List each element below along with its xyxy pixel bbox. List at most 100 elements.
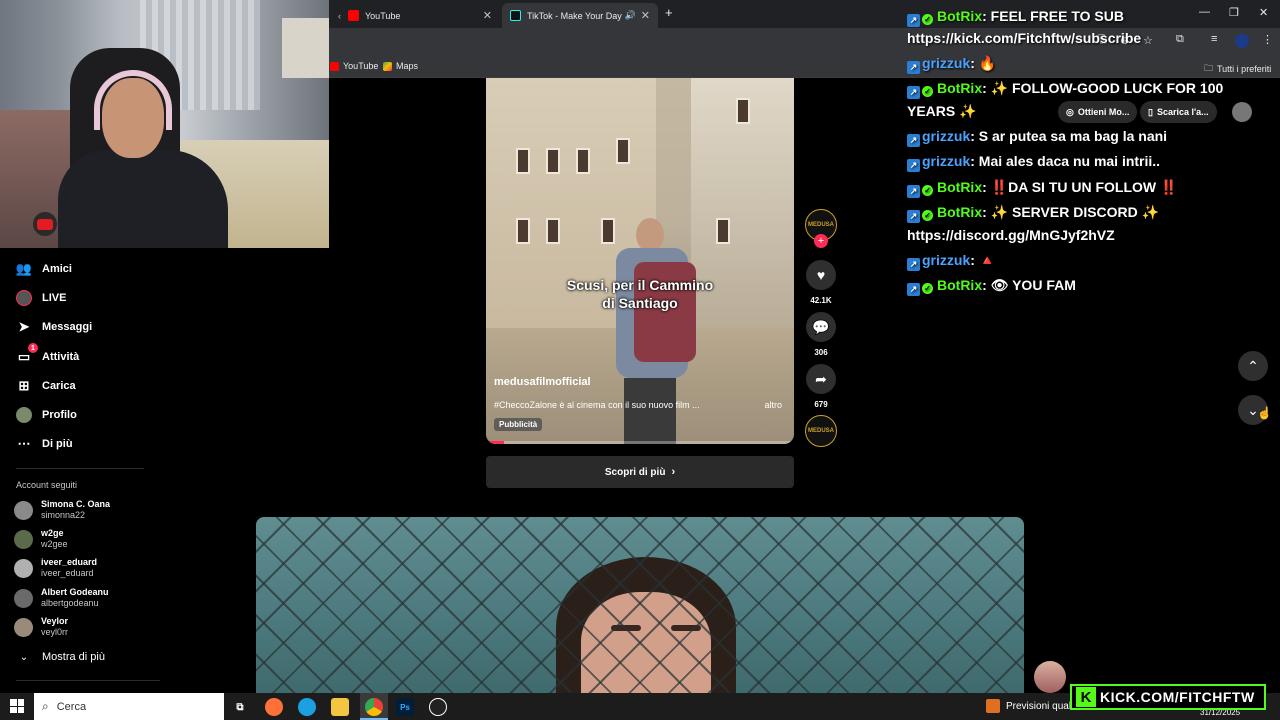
taskbar-search-input[interactable]: ⌕ Cerca xyxy=(34,693,224,720)
following-account[interactable]: Albert Godeanu albertgodeanu xyxy=(14,585,109,611)
learn-more-button[interactable]: Scopri di più › xyxy=(486,456,794,488)
following-account[interactable]: iveer_eduard iveer_eduard xyxy=(14,555,97,581)
chat-text: : ✨ SERVER DISCORD ✨ xyxy=(982,204,1160,220)
comment-icon[interactable]: 💬 xyxy=(806,312,836,342)
account-name: iveer_eduard xyxy=(41,557,98,567)
following-title: Account seguiti xyxy=(16,480,78,490)
maps-icon xyxy=(383,61,392,71)
verified-bot-icon: ✓ xyxy=(922,14,933,25)
avatar xyxy=(14,500,33,520)
file-explorer-icon[interactable] xyxy=(331,698,349,716)
streamer-avatar xyxy=(1034,661,1066,693)
bookmark-star-icon[interactable]: ☆ xyxy=(1143,34,1153,47)
weather-widget[interactable]: Previsioni qualit xyxy=(986,699,1076,713)
sidebar-item-label: Amici xyxy=(42,263,72,275)
user-avatar[interactable] xyxy=(1232,102,1252,122)
chat-text: : ✨ FOLLOW-GOOD LUCK FOR 100 xyxy=(982,80,1224,96)
new-tab-button[interactable]: + xyxy=(665,5,673,20)
coin-icon: ◎ xyxy=(1066,106,1074,117)
following-account[interactable]: Simona C. Oana simonna22 xyxy=(14,497,110,523)
account-handle: w2gee xyxy=(41,539,68,549)
sidebar-item-friends[interactable]: 👥 Amici xyxy=(16,259,72,279)
show-more-label: Mostra di più xyxy=(42,651,105,663)
show-more-button[interactable]: ⌄ Mostra di più xyxy=(16,647,105,667)
bookmark-youtube[interactable]: YouTube xyxy=(330,61,378,71)
youtube-logo-icon xyxy=(33,212,57,236)
video-frame-window xyxy=(716,218,730,244)
share-icon[interactable]: ➦ xyxy=(806,364,836,394)
close-tab-icon[interactable]: ✕ xyxy=(483,9,492,22)
mouse-cursor-icon: ☝ xyxy=(1257,406,1272,420)
chat-text: : 🔥 xyxy=(970,55,997,71)
sidebar-item-live[interactable]: LIVE xyxy=(16,288,66,308)
profile-icon xyxy=(16,407,32,423)
chevron-down-icon: ⌄ xyxy=(19,651,29,663)
comment-count: 306 xyxy=(814,348,828,357)
media-control-icon[interactable]: ≡ xyxy=(1211,33,1217,45)
video-author[interactable]: medusafilmofficial xyxy=(494,376,591,388)
chevron-up-icon: ⌃ xyxy=(1247,357,1259,374)
all-bookmarks[interactable]: 🗀 Tutti i preferiti xyxy=(1204,61,1271,77)
profile-avatar-icon[interactable] xyxy=(1235,34,1249,48)
like-heart-icon[interactable]: ♥ xyxy=(806,260,836,290)
sound-disc-icon[interactable]: MEDUSA xyxy=(805,415,837,447)
phone-icon: ▯ xyxy=(1148,106,1153,117)
chat-message: ↗ ✓ BotRix: ✨ FOLLOW-GOOD LUCK FOR 100 xyxy=(907,77,1223,100)
video-frame-person xyxy=(606,218,696,444)
menu-kebab-icon[interactable]: ⋮ xyxy=(1262,33,1273,46)
photoshop-icon[interactable]: Ps xyxy=(396,698,414,716)
following-account[interactable]: w2ge w2gee xyxy=(14,526,68,552)
task-view-icon[interactable]: ⧉ xyxy=(231,698,249,716)
chat-message: ↗ ✓ BotRix: ✨ SERVER DISCORD ✨ xyxy=(907,201,1159,224)
verified-bot-icon: ✓ xyxy=(922,86,933,97)
tab-youtube[interactable]: YouTube ✕ xyxy=(340,3,500,28)
minimize-icon[interactable]: — xyxy=(1199,6,1210,18)
chat-username: BotRix xyxy=(937,8,983,24)
chat-message: ↗ ✓ BotRix: FEEL FREE TO SUB xyxy=(907,5,1124,28)
more-icon: ⋯ xyxy=(17,436,31,451)
chat-text: : ‼️DA SI TU UN FOLLOW ‼️ xyxy=(982,179,1178,195)
firefox-icon[interactable] xyxy=(265,698,283,716)
sidebar-item-messages[interactable]: ➤ Messaggi xyxy=(16,317,93,337)
video-frame-window xyxy=(736,98,750,124)
sidebar-item-upload[interactable]: ⊞ Carica xyxy=(16,376,76,396)
next-video-player[interactable] xyxy=(256,517,1024,693)
follow-plus-icon[interactable]: + xyxy=(814,234,828,248)
sidebar-item-profile[interactable]: Profilo xyxy=(16,405,77,425)
avatar-text: MEDUSA xyxy=(807,428,834,434)
live-icon xyxy=(16,290,32,306)
tiktok-favicon-icon xyxy=(510,10,521,21)
description-more-link[interactable]: altro xyxy=(764,400,782,410)
activity-icon: ▭ 1 xyxy=(16,343,38,365)
close-tab-icon[interactable]: ✕ xyxy=(641,9,650,22)
tab-tiktok[interactable]: TikTok - Make Your Day 🔊 ✕ xyxy=(502,3,658,28)
sub-badge-icon: ↗ xyxy=(907,283,920,296)
edge-icon[interactable] xyxy=(298,698,316,716)
kick-channel-overlay: K KICK.COM/FITCHFTW xyxy=(1070,684,1266,710)
chrome-icon[interactable] xyxy=(365,698,383,716)
notification-badge: 1 xyxy=(28,343,38,353)
close-window-icon[interactable]: ✕ xyxy=(1259,6,1268,19)
windows-start-icon[interactable] xyxy=(10,699,24,713)
extensions-icon[interactable]: ⧉ xyxy=(1176,33,1184,46)
following-account[interactable]: Veylor veyl0rr xyxy=(14,614,68,640)
download-app-button[interactable]: ▯ Scarica l'a... xyxy=(1140,101,1217,123)
obs-icon[interactable] xyxy=(429,698,447,716)
video-progress-bar[interactable] xyxy=(486,441,794,444)
restore-icon[interactable]: ❐ xyxy=(1229,6,1239,19)
get-coins-button[interactable]: ◎ Ottieni Mo... xyxy=(1058,101,1138,123)
video-player[interactable]: Scusi, per il Cammino di Santiago medusa… xyxy=(486,78,794,444)
sidebar-item-label: Di più xyxy=(42,438,73,450)
sidebar-item-more[interactable]: ⋯ Di più xyxy=(16,434,73,454)
search-placeholder: Cerca xyxy=(56,700,87,713)
previous-video-button[interactable]: ⌃ xyxy=(1238,351,1268,381)
sub-badge-icon: ↗ xyxy=(907,86,920,99)
account-name: Albert Godeanu xyxy=(41,587,109,597)
sidebar-item-activity[interactable]: ▭ 1 Attività xyxy=(16,343,79,367)
share-count: 679 xyxy=(814,400,828,409)
bookmark-label: YouTube xyxy=(343,61,379,71)
audio-playing-icon[interactable]: 🔊 xyxy=(625,10,636,21)
sidebar-item-label: Carica xyxy=(42,380,76,392)
folder-icon: 🗀 xyxy=(1204,63,1214,73)
bookmark-maps[interactable]: Maps xyxy=(383,61,418,71)
